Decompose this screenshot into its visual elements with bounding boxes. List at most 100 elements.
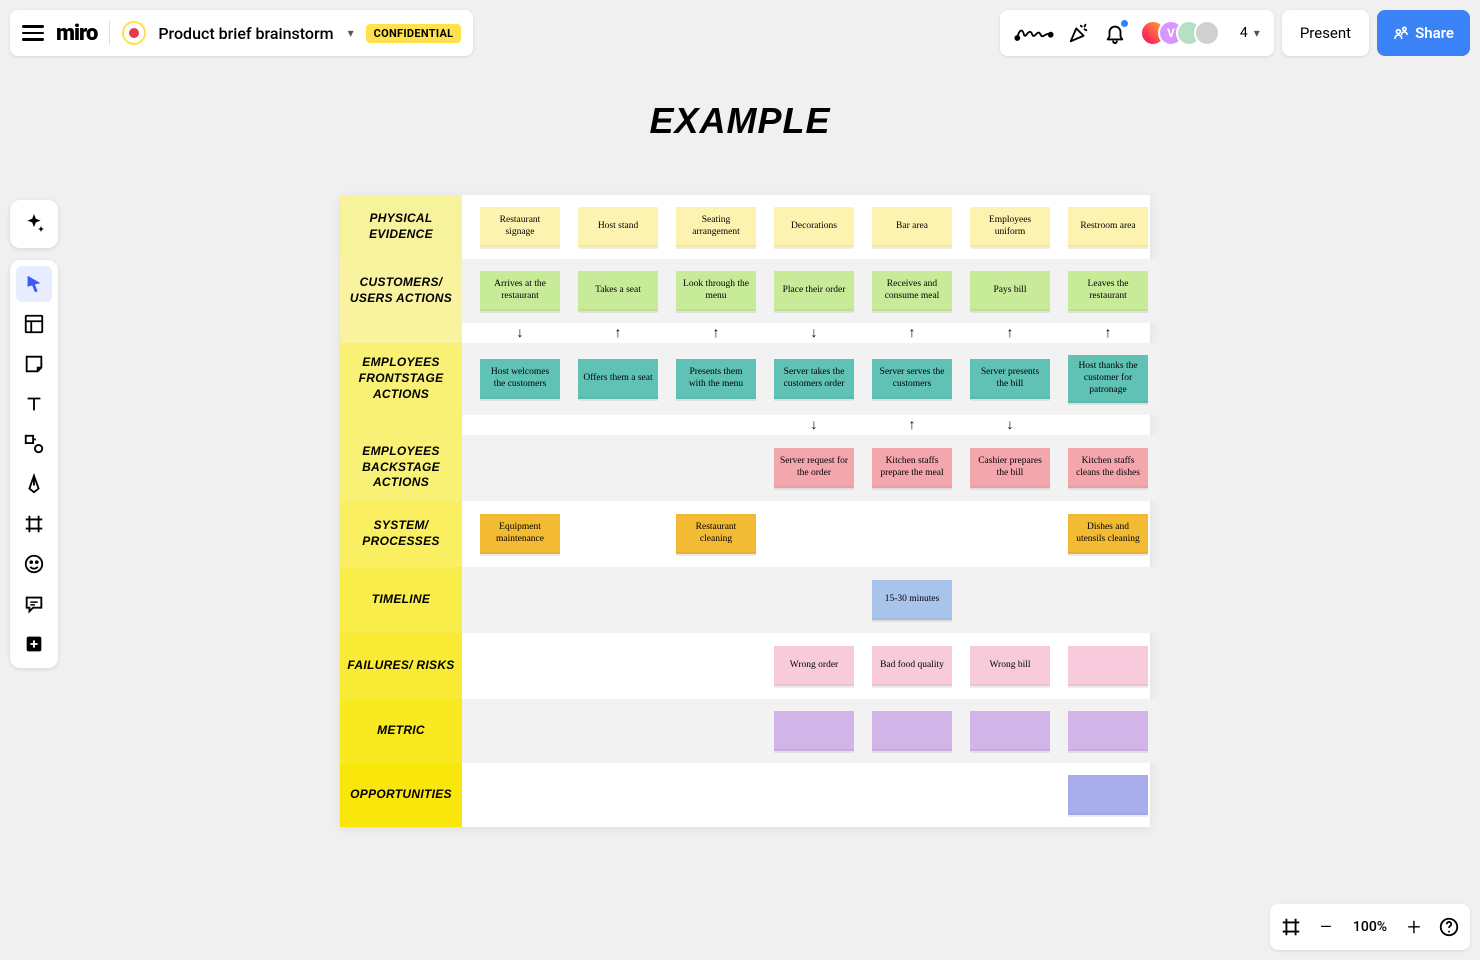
chevron-down-icon[interactable]: ▾ [348,26,354,40]
sticky-note[interactable]: Host welcomes the customers [480,359,560,399]
sticky-note [480,711,560,751]
share-label: Share [1415,24,1454,42]
templates-tool[interactable] [16,306,52,342]
miro-logo[interactable]: miro [56,21,97,46]
row-label: CUSTOMERS/ USERS ACTIONS [340,259,462,323]
sticky-note[interactable]: Arrives at the restaurant [480,271,560,311]
menu-icon[interactable] [22,25,44,41]
collaborator-count[interactable]: 4▾ [1240,25,1260,41]
sticky-note[interactable]: Employees uniform [970,207,1050,247]
sticky-note[interactable]: Seating arrangement [676,207,756,247]
sticky-note [578,580,658,620]
sticky-note[interactable] [1068,711,1148,751]
row-cells: Wrong order Bad food quality Wrong bill [462,633,1158,699]
more-tools[interactable] [16,626,52,662]
service-blueprint[interactable]: PHYSICAL EVIDENCE Restaurant signage Host … [340,195,1150,827]
help-icon[interactable] [1438,916,1460,938]
sticky-note [676,775,756,815]
sticky-tool[interactable] [16,346,52,382]
sticky-note [676,711,756,751]
sticky-note[interactable]: Bar area [872,207,952,247]
sticky-note[interactable]: Equipment maintenance [480,514,560,554]
present-button[interactable]: Present [1282,10,1369,56]
sticky-note[interactable]: Place their order [774,271,854,311]
sticky-note[interactable]: Look through the menu [676,271,756,311]
sticky-note[interactable]: Takes a seat [578,271,658,311]
blueprint-row: PHYSICAL EVIDENCE Restaurant signage Host … [340,195,1150,259]
sticky-note[interactable]: Offers them a seat [578,359,658,399]
zoom-in-button[interactable]: + [1404,915,1424,939]
pen-tool[interactable] [16,466,52,502]
sticky-note[interactable]: Server takes the customers order [774,359,854,399]
blueprint-row: CUSTOMERS/ USERS ACTIONS Arrives at the r… [340,259,1150,323]
sticky-note[interactable]: Kitchen staffs prepare the meal [872,448,952,488]
row-label: SYSTEM/ PROCESSES [340,501,462,567]
collaborator-avatars[interactable]: V [1140,20,1220,46]
zoom-level[interactable]: 100% [1350,919,1390,935]
avatar[interactable] [1194,20,1220,46]
notifications-icon[interactable] [1104,22,1126,44]
sticky-note[interactable]: Cashier prepares the bill [970,448,1050,488]
sticky-note[interactable]: Leaves the restaurant [1068,271,1148,311]
sticky-note[interactable]: Dishes and utensils cleaning [1068,514,1148,554]
sticky-note[interactable]: Host stand [578,207,658,247]
flow-arrow: ↓ [970,416,1050,434]
sticky-note [676,448,756,488]
sticky-note[interactable]: Restaurant cleaning [676,514,756,554]
divider [109,21,110,45]
sticky-note[interactable]: Wrong order [774,646,854,686]
sticky-note[interactable] [774,711,854,751]
sticky-note [774,775,854,815]
sticky-note[interactable] [1068,775,1148,815]
notification-dot [1121,20,1128,27]
row-label: PHYSICAL EVIDENCE [340,195,462,259]
row-label: TIMELINE [340,567,462,633]
canvas-title: EXAMPLE [649,100,830,142]
shapes-tool[interactable] [16,426,52,462]
select-tool[interactable] [16,266,52,302]
sticky-note [970,580,1050,620]
fit-frame-icon[interactable] [1280,916,1302,938]
comment-tool[interactable] [16,586,52,622]
sticky-note[interactable]: Receives and consume meal [872,271,952,311]
left-toolbar [10,260,58,668]
blueprint-row: FAILURES/ RISKSWrong orderBad food quali… [340,633,1150,699]
sticky-note[interactable]: 15-30 minutes [872,580,952,620]
sticky-note[interactable]: Server serves the customers [872,359,952,399]
sticky-note[interactable]: Presents them with the menu [676,359,756,399]
sticky-note[interactable]: Server presents the bill [970,359,1050,399]
row-cells: Restaurant signage Host stand Seating arra… [462,195,1158,259]
sticky-note[interactable] [1068,646,1148,686]
sticky-note[interactable] [970,711,1050,751]
sticky-note[interactable]: Pays bill [970,271,1050,311]
header-left: miro Product brief brainstorm ▾ CONFIDEN… [10,10,473,56]
frame-tool[interactable] [16,506,52,542]
emoji-tool[interactable] [16,546,52,582]
sticky-note[interactable]: Restroom area [1068,207,1148,247]
blueprint-row: METRIC [340,699,1150,763]
zoom-controls: − 100% + [1270,904,1470,950]
music-scribble-icon[interactable] [1014,22,1054,44]
sticky-note[interactable] [872,711,952,751]
blueprint-row: SYSTEM/ PROCESSES Equipment maintenance Re… [340,501,1150,567]
text-tool[interactable] [16,386,52,422]
sticky-note [578,448,658,488]
board-name[interactable]: Product brief brainstorm [158,24,333,43]
sticky-note[interactable]: Restaurant signage [480,207,560,247]
sticky-note[interactable]: Decorations [774,207,854,247]
ai-sparkle-button[interactable] [10,200,58,248]
sticky-note[interactable]: Wrong bill [970,646,1050,686]
canvas[interactable]: EXAMPLE PHYSICAL EVIDENCERestaurant sign… [0,0,1480,960]
sticky-note[interactable]: Bad food quality [872,646,952,686]
row-cells: Equipment maintenance Restaurant cleaning… [462,501,1158,567]
zoom-out-button[interactable]: − [1316,915,1336,939]
share-button[interactable]: Share [1377,10,1470,56]
sticky-note[interactable]: Host thanks the customer for patronage [1068,355,1148,403]
sticky-note[interactable]: Server request for the order [774,448,854,488]
flow-arrow: ↓ [774,416,854,434]
party-icon[interactable] [1068,22,1090,44]
share-icon [1393,25,1409,41]
board-icon[interactable] [122,21,146,45]
row-cells [462,763,1158,827]
sticky-note[interactable]: Kitchen staffs cleans the dishes [1068,448,1148,488]
